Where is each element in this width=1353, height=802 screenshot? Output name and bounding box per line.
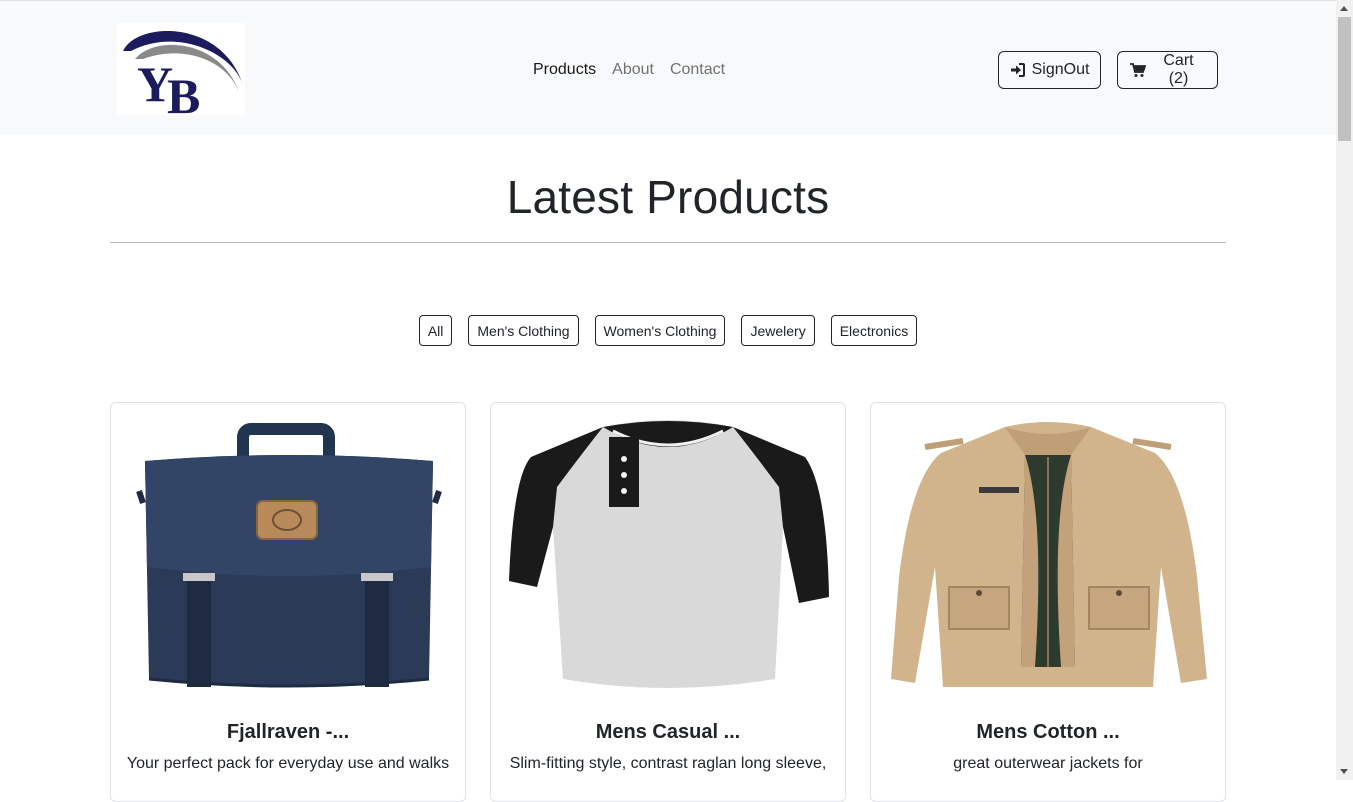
- brand-logo[interactable]: Y B: [117, 23, 245, 124]
- filter-all-button[interactable]: All: [418, 315, 453, 346]
- svg-text:B: B: [167, 68, 200, 115]
- shopping-cart-icon: [1130, 62, 1146, 78]
- product-description: Your perfect pack for everyday use and w…: [126, 755, 450, 772]
- product-description: great outerwear jackets for: [953, 755, 1143, 772]
- filter-electronics-button[interactable]: Electronics: [830, 315, 918, 346]
- nav-link-about[interactable]: About: [612, 61, 654, 79]
- product-card[interactable]: Fjallraven -... Your perfect pack for ev…: [110, 402, 466, 802]
- cotton-jacket-image: [885, 417, 1211, 693]
- nav-link-products[interactable]: Products: [533, 61, 596, 79]
- scroll-up-icon[interactable]: [1340, 6, 1348, 11]
- product-card[interactable]: Mens Casual ... Slim-fitting style, cont…: [490, 402, 846, 802]
- nav-links: Products About Contact: [533, 61, 725, 79]
- product-card[interactable]: Mens Cotton ... great outerwear jackets …: [870, 402, 1226, 802]
- page-title: Latest Products: [506, 171, 830, 223]
- filter-womens-clothing-button[interactable]: Women's Clothing: [594, 315, 726, 346]
- nav-link-contact[interactable]: Contact: [670, 61, 725, 79]
- product-description: Slim-fitting style, contrast raglan long…: [509, 755, 827, 772]
- product-title[interactable]: Mens Casual ...: [491, 721, 845, 744]
- scrollbar-thumb[interactable]: [1338, 17, 1351, 141]
- raglan-shirt-image: [505, 417, 831, 693]
- signout-button[interactable]: SignOut: [998, 51, 1101, 89]
- category-filters: All Men's Clothing Women's Clothing Jewe…: [0, 315, 1336, 346]
- filter-jewelery-button[interactable]: Jewelery: [741, 315, 815, 346]
- cart-button[interactable]: Cart (2): [1117, 51, 1218, 89]
- navbar: Y B Products About Contact SignOut Cart …: [0, 0, 1336, 135]
- sign-in-icon: [1010, 62, 1026, 78]
- product-title[interactable]: Mens Cotton ...: [871, 721, 1225, 744]
- vertical-scrollbar[interactable]: [1336, 0, 1353, 780]
- yb-logo-icon: Y B: [123, 30, 243, 124]
- signout-label: SignOut: [1031, 61, 1090, 78]
- filter-mens-clothing-button[interactable]: Men's Clothing: [468, 315, 579, 346]
- scroll-down-icon[interactable]: [1340, 769, 1348, 774]
- cart-label: Cart (2): [1163, 52, 1194, 87]
- backpack-image: [125, 417, 451, 693]
- divider: [110, 242, 1226, 243]
- product-title[interactable]: Fjallraven -...: [111, 721, 465, 744]
